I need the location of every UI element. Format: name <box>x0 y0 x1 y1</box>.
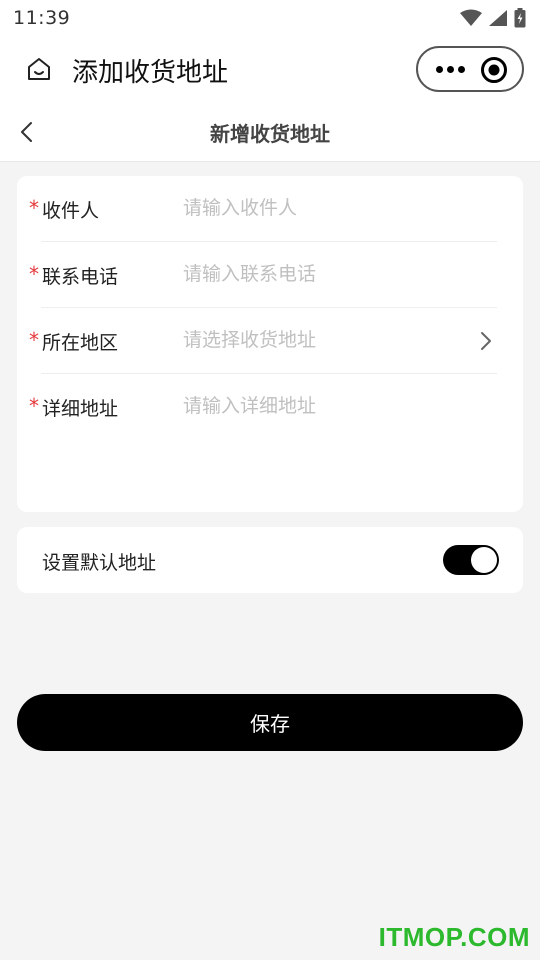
form-row-recipient: * 收件人 <box>17 176 523 242</box>
required-mark: * <box>29 262 39 286</box>
phone-input[interactable] <box>183 259 483 289</box>
capsule-menu <box>416 46 524 92</box>
watermark-logo: ITMOP.COM <box>378 922 530 952</box>
default-address-card: 设置默认地址 <box>17 527 523 593</box>
detail-address-label: 详细地址 <box>42 398 119 420</box>
nav-bar: 添加收货地址 <box>0 36 540 104</box>
sub-header: 新增收货地址 <box>0 104 540 162</box>
home-icon[interactable] <box>26 56 52 82</box>
phone-label: 联系电话 <box>42 266 119 288</box>
status-time: 11:39 <box>13 7 71 29</box>
required-mark: * <box>29 394 39 418</box>
battery-icon <box>514 8 526 28</box>
recipient-input[interactable] <box>183 193 483 223</box>
signal-icon <box>489 10 507 26</box>
sub-header-title: 新增收货地址 <box>210 122 330 146</box>
recipient-label: 收件人 <box>42 200 100 222</box>
page-title: 添加收货地址 <box>72 58 229 88</box>
more-dots-icon[interactable] <box>436 62 466 76</box>
form-row-detail-address: * 详细地址 <box>17 374 523 494</box>
wifi-icon <box>460 9 482 26</box>
form-row-phone: * 联系电话 <box>17 242 523 308</box>
region-label: 所在地区 <box>42 332 119 354</box>
detail-address-input[interactable] <box>183 391 483 421</box>
default-address-label: 设置默认地址 <box>42 552 157 574</box>
address-form: * 收件人 * 联系电话 * 所在地区 * 详细地址 <box>17 176 523 512</box>
region-select[interactable] <box>183 325 483 355</box>
target-icon[interactable] <box>480 56 508 84</box>
save-button[interactable]: 保存 <box>17 694 523 751</box>
required-mark: * <box>29 328 39 352</box>
default-address-toggle[interactable] <box>443 545 499 575</box>
form-row-region[interactable]: * 所在地区 <box>17 308 523 374</box>
status-icons <box>460 8 526 28</box>
required-mark: * <box>29 196 39 220</box>
status-bar: 11:39 <box>0 0 540 36</box>
chevron-right-icon[interactable] <box>479 330 493 352</box>
toggle-knob <box>471 547 497 573</box>
